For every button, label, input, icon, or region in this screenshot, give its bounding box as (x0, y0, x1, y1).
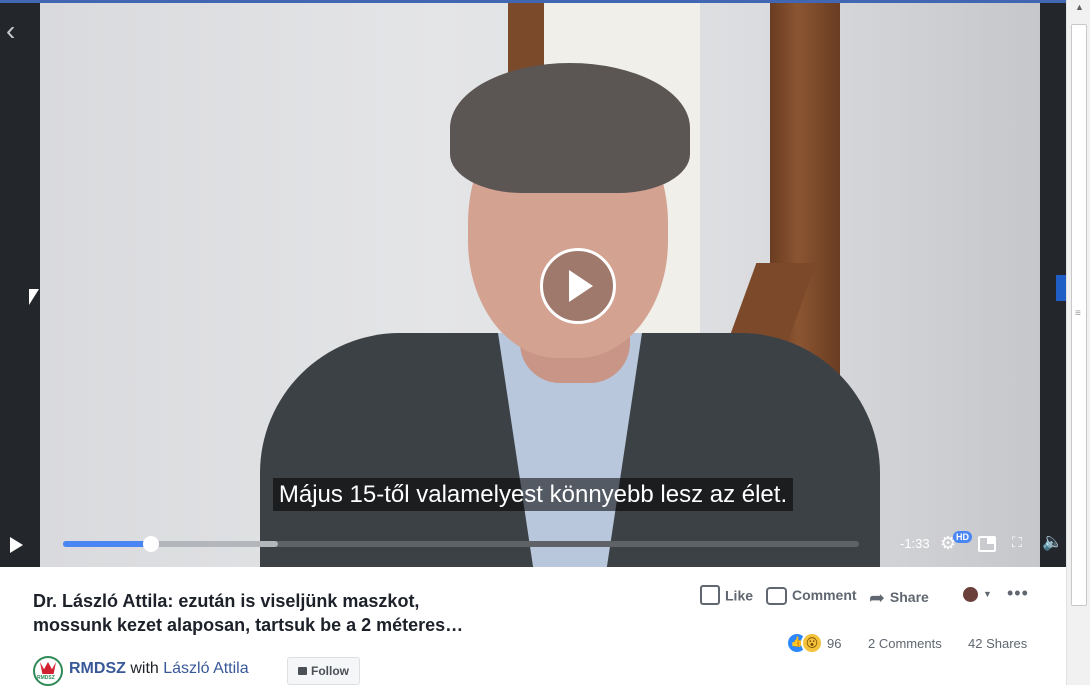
with-text: with (130, 660, 159, 677)
big-play-button[interactable] (540, 248, 616, 324)
comment-label: Comment (792, 587, 857, 603)
subtitle-text: Május 15-től valamelyest könnyebb lesz a… (272, 478, 794, 511)
comments-count[interactable]: 2 Comments (868, 636, 942, 651)
scrollbar-thumb[interactable]: ≡ (1071, 24, 1087, 606)
scroll-up-icon[interactable]: ▲ (1075, 2, 1084, 12)
hd-badge: HD (953, 531, 972, 543)
avatar[interactable] (963, 587, 978, 602)
page-logo[interactable]: RMDSZ (33, 656, 63, 686)
wow-reaction-icon: 😮 (801, 632, 823, 654)
play-icon (569, 270, 593, 302)
progress-bar (63, 541, 151, 547)
like-label: Like (725, 587, 754, 604)
author-line: RMDSZ with László Attila (69, 660, 249, 678)
follow-button[interactable]: Follow (287, 657, 360, 685)
comment-button[interactable]: Comment (766, 587, 857, 606)
more-icon[interactable]: ••• (1007, 583, 1029, 604)
fullscreen-icon[interactable]: ⛶ (1012, 534, 1022, 551)
follow-icon (298, 667, 307, 675)
tagged-person-link[interactable]: László Attila (163, 660, 248, 677)
scrollbar[interactable]: ▲ ≡ (1066, 0, 1090, 685)
subtitle-caption: Május 15-től valamelyest könnyebb lesz a… (0, 478, 1066, 511)
video-player[interactable]: ‹ Május 15-től valamelyest könnyebb lesz… (0, 3, 1066, 567)
time-remaining: -1:33 (900, 536, 930, 551)
share-button[interactable]: ➦ Share (869, 587, 929, 610)
share-icon: ➦ (869, 588, 885, 609)
follow-label: Follow (311, 664, 349, 678)
page-name-link[interactable]: RMDSZ (69, 660, 126, 677)
grip-icon: ≡ (1075, 308, 1081, 319)
post-title[interactable]: Dr. László Attila: ezután is viseljünk m… (33, 589, 593, 637)
back-arrow-icon[interactable]: ‹ (6, 17, 15, 45)
logo-text: RMDSZ (37, 675, 55, 681)
mouse-cursor (29, 289, 39, 305)
volume-icon[interactable]: 🔈 (1042, 532, 1063, 552)
post-title-line: Dr. László Attila: ezután is viseljünk m… (33, 591, 420, 611)
shares-count[interactable]: 42 Shares (968, 636, 1027, 651)
play-icon[interactable] (10, 537, 23, 553)
seek-handle[interactable] (142, 536, 159, 552)
share-label: Share (889, 589, 929, 606)
speaker-hair (450, 63, 690, 193)
like-button[interactable]: Like (700, 585, 754, 607)
chevron-down-icon[interactable]: ▼ (983, 589, 992, 599)
tulip-icon (40, 662, 56, 674)
seek-bar[interactable] (63, 536, 859, 552)
post-title-line: mossunk kezet alaposan, tartsuk be a 2 m… (33, 615, 464, 635)
side-tab[interactable] (1056, 275, 1066, 301)
like-icon (700, 585, 720, 605)
picture-in-picture-icon[interactable] (978, 536, 996, 552)
comment-icon (766, 587, 787, 606)
reaction-count[interactable]: 96 (827, 636, 841, 651)
